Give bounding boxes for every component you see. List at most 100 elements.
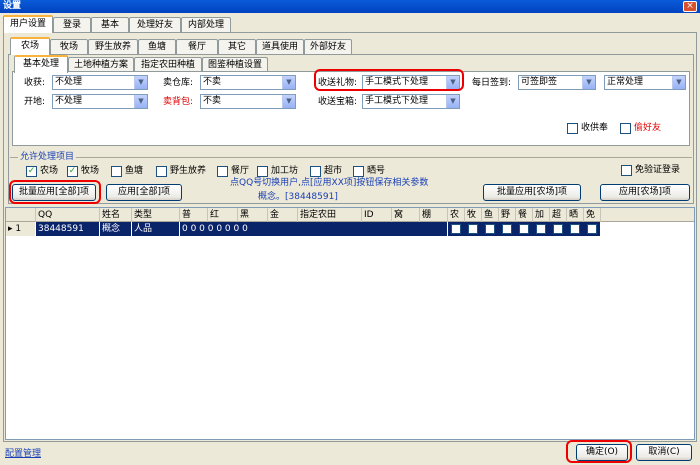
col-nong[interactable]: 农 [448, 208, 465, 222]
tab-pond[interactable]: 鱼塘 [138, 39, 176, 55]
flag-checkbox[interactable] [502, 224, 512, 234]
box-label: 收送宝箱: [318, 97, 358, 107]
col-wo[interactable]: 窝 [392, 208, 420, 222]
ok-button[interactable]: 确定(O) [576, 444, 628, 461]
col-hong[interactable]: 红 [208, 208, 238, 222]
allow-ranch-label: 牧场 [81, 166, 100, 176]
apply-farm-button[interactable]: 应用[农场]项 [600, 184, 690, 201]
col-peng[interactable]: 棚 [420, 208, 448, 222]
allow-farm-checkbox[interactable]: ✓ [26, 166, 37, 177]
row-index: ▸ 1 [6, 222, 36, 236]
flag-checkbox[interactable] [587, 224, 597, 234]
tab-ranch[interactable]: 牧场 [50, 39, 88, 55]
gift-select[interactable]: 手工模式下处理 ▼ [362, 75, 460, 90]
flag-checkbox[interactable] [468, 224, 478, 234]
verify-checkbox[interactable] [621, 165, 632, 176]
normal-select[interactable]: 正常处理 ▼ [604, 75, 686, 90]
box-select[interactable]: 手工模式下处理 ▼ [362, 94, 460, 109]
allow-market-checkbox[interactable] [310, 166, 321, 177]
window-title: 设置 [0, 0, 700, 13]
cell-name[interactable]: 概念 [100, 222, 132, 236]
user-grid[interactable]: QQ 姓名 类型 普 红 黑 金 指定农田 ID 窝 棚 农 牧 鱼 野 餐 加… [5, 207, 695, 440]
tab-login[interactable]: 登录 [53, 17, 91, 33]
allow-sun-label: 晒号 [367, 166, 386, 176]
col-jin[interactable]: 金 [268, 208, 298, 222]
chevron-down-icon: ▼ [446, 76, 459, 89]
close-icon[interactable]: × [683, 1, 697, 12]
chevron-down-icon: ▼ [134, 76, 147, 89]
chevron-down-icon: ▼ [282, 95, 295, 108]
flag-checkbox[interactable] [553, 224, 563, 234]
config-manage-link[interactable]: 配置管理 [5, 448, 41, 460]
harvest-select[interactable]: 不处理 ▼ [52, 75, 148, 90]
allow-sun-checkbox[interactable] [353, 166, 364, 177]
allow-wild-label: 野生放养 [170, 166, 207, 176]
cancel-button[interactable]: 取消(C) [636, 444, 692, 461]
chevron-down-icon: ▼ [282, 76, 295, 89]
col-can[interactable]: 餐 [516, 208, 533, 222]
steal-checkbox[interactable] [620, 123, 631, 134]
tab-farm[interactable]: 农场 [10, 37, 50, 55]
allow-pond-checkbox[interactable] [111, 166, 122, 177]
sell-label: 卖仓库: [163, 78, 194, 88]
flag-checkbox[interactable] [570, 224, 580, 234]
col-pu[interactable]: 普 [180, 208, 208, 222]
allow-restaurant-checkbox[interactable] [217, 166, 228, 177]
chevron-down-icon: ▼ [672, 76, 685, 89]
flag-checkbox[interactable] [519, 224, 529, 234]
batch-apply-all-button[interactable]: 批量应用[全部]项 [12, 184, 96, 201]
tab-basic-handling[interactable]: 基本处理 [14, 55, 68, 73]
col-yu[interactable]: 鱼 [482, 208, 499, 222]
collect-checkbox[interactable] [567, 123, 578, 134]
col-id[interactable]: ID [362, 208, 392, 222]
col-mian[interactable]: 免 [584, 208, 601, 222]
grid-corner [6, 208, 36, 222]
tab-external-friends[interactable]: 外部好友 [304, 39, 352, 55]
flag-checkbox[interactable] [536, 224, 546, 234]
steal-label: 偷好友 [634, 123, 662, 133]
col-hei[interactable]: 黑 [238, 208, 268, 222]
col-field[interactable]: 指定农田 [298, 208, 362, 222]
tab-wild[interactable]: 野生放养 [88, 39, 138, 55]
allow-restaurant-label: 餐厅 [231, 166, 250, 176]
cell-values[interactable]: 0 0 0 0 0 0 0 0 [180, 222, 448, 236]
allow-workshop-checkbox[interactable] [257, 166, 268, 177]
tab-user-settings[interactable]: 用户设置 [3, 15, 53, 33]
bag-select[interactable]: 不卖 ▼ [200, 94, 296, 109]
col-type[interactable]: 类型 [132, 208, 180, 222]
flag-checkbox[interactable] [485, 224, 495, 234]
col-shai[interactable]: 晒 [567, 208, 584, 222]
col-mu[interactable]: 牧 [465, 208, 482, 222]
tab-internal[interactable]: 内部处理 [181, 17, 231, 33]
open-select[interactable]: 不处理 ▼ [52, 94, 148, 109]
allow-wild-checkbox[interactable] [156, 166, 167, 177]
chevron-down-icon: ▼ [446, 95, 459, 108]
col-ye[interactable]: 野 [499, 208, 516, 222]
tab-friends[interactable]: 处理好友 [129, 17, 181, 33]
divider [10, 157, 692, 158]
col-jia[interactable]: 加 [533, 208, 550, 222]
cell-type[interactable]: 人品 [132, 222, 180, 236]
tab-basic[interactable]: 基本 [91, 17, 129, 33]
batch-apply-farm-button[interactable]: 批量应用[农场]项 [483, 184, 581, 201]
flag-checkbox[interactable] [451, 224, 461, 234]
apply-all-button[interactable]: 应用[全部]项 [106, 184, 182, 201]
tab-other[interactable]: 其它 [218, 39, 256, 55]
open-label: 开地: [24, 97, 46, 107]
tab-items[interactable]: 道具使用 [256, 39, 304, 55]
col-name[interactable]: 姓名 [100, 208, 132, 222]
sell-select[interactable]: 不卖 ▼ [200, 75, 296, 90]
col-chao[interactable]: 超 [550, 208, 567, 222]
col-qq[interactable]: QQ [36, 208, 100, 222]
bag-label: 卖背包: [163, 97, 194, 107]
hint-line2: 概念。[38448591] [258, 192, 338, 202]
allow-workshop-label: 加工坊 [271, 166, 299, 176]
cell-qq[interactable]: 38448591 [36, 222, 100, 236]
allow-ranch-checkbox[interactable]: ✓ [67, 166, 78, 177]
sign-select[interactable]: 可签即签 ▼ [518, 75, 596, 90]
table-row[interactable]: ▸ 1 38448591 概念 人品 0 0 0 0 0 0 0 0 [6, 222, 694, 236]
collect-label: 收供奉 [581, 123, 609, 133]
allow-market-label: 超市 [324, 166, 343, 176]
allow-title: 允许处理项目 [18, 151, 77, 163]
tab-restaurant[interactable]: 餐厅 [176, 39, 218, 55]
